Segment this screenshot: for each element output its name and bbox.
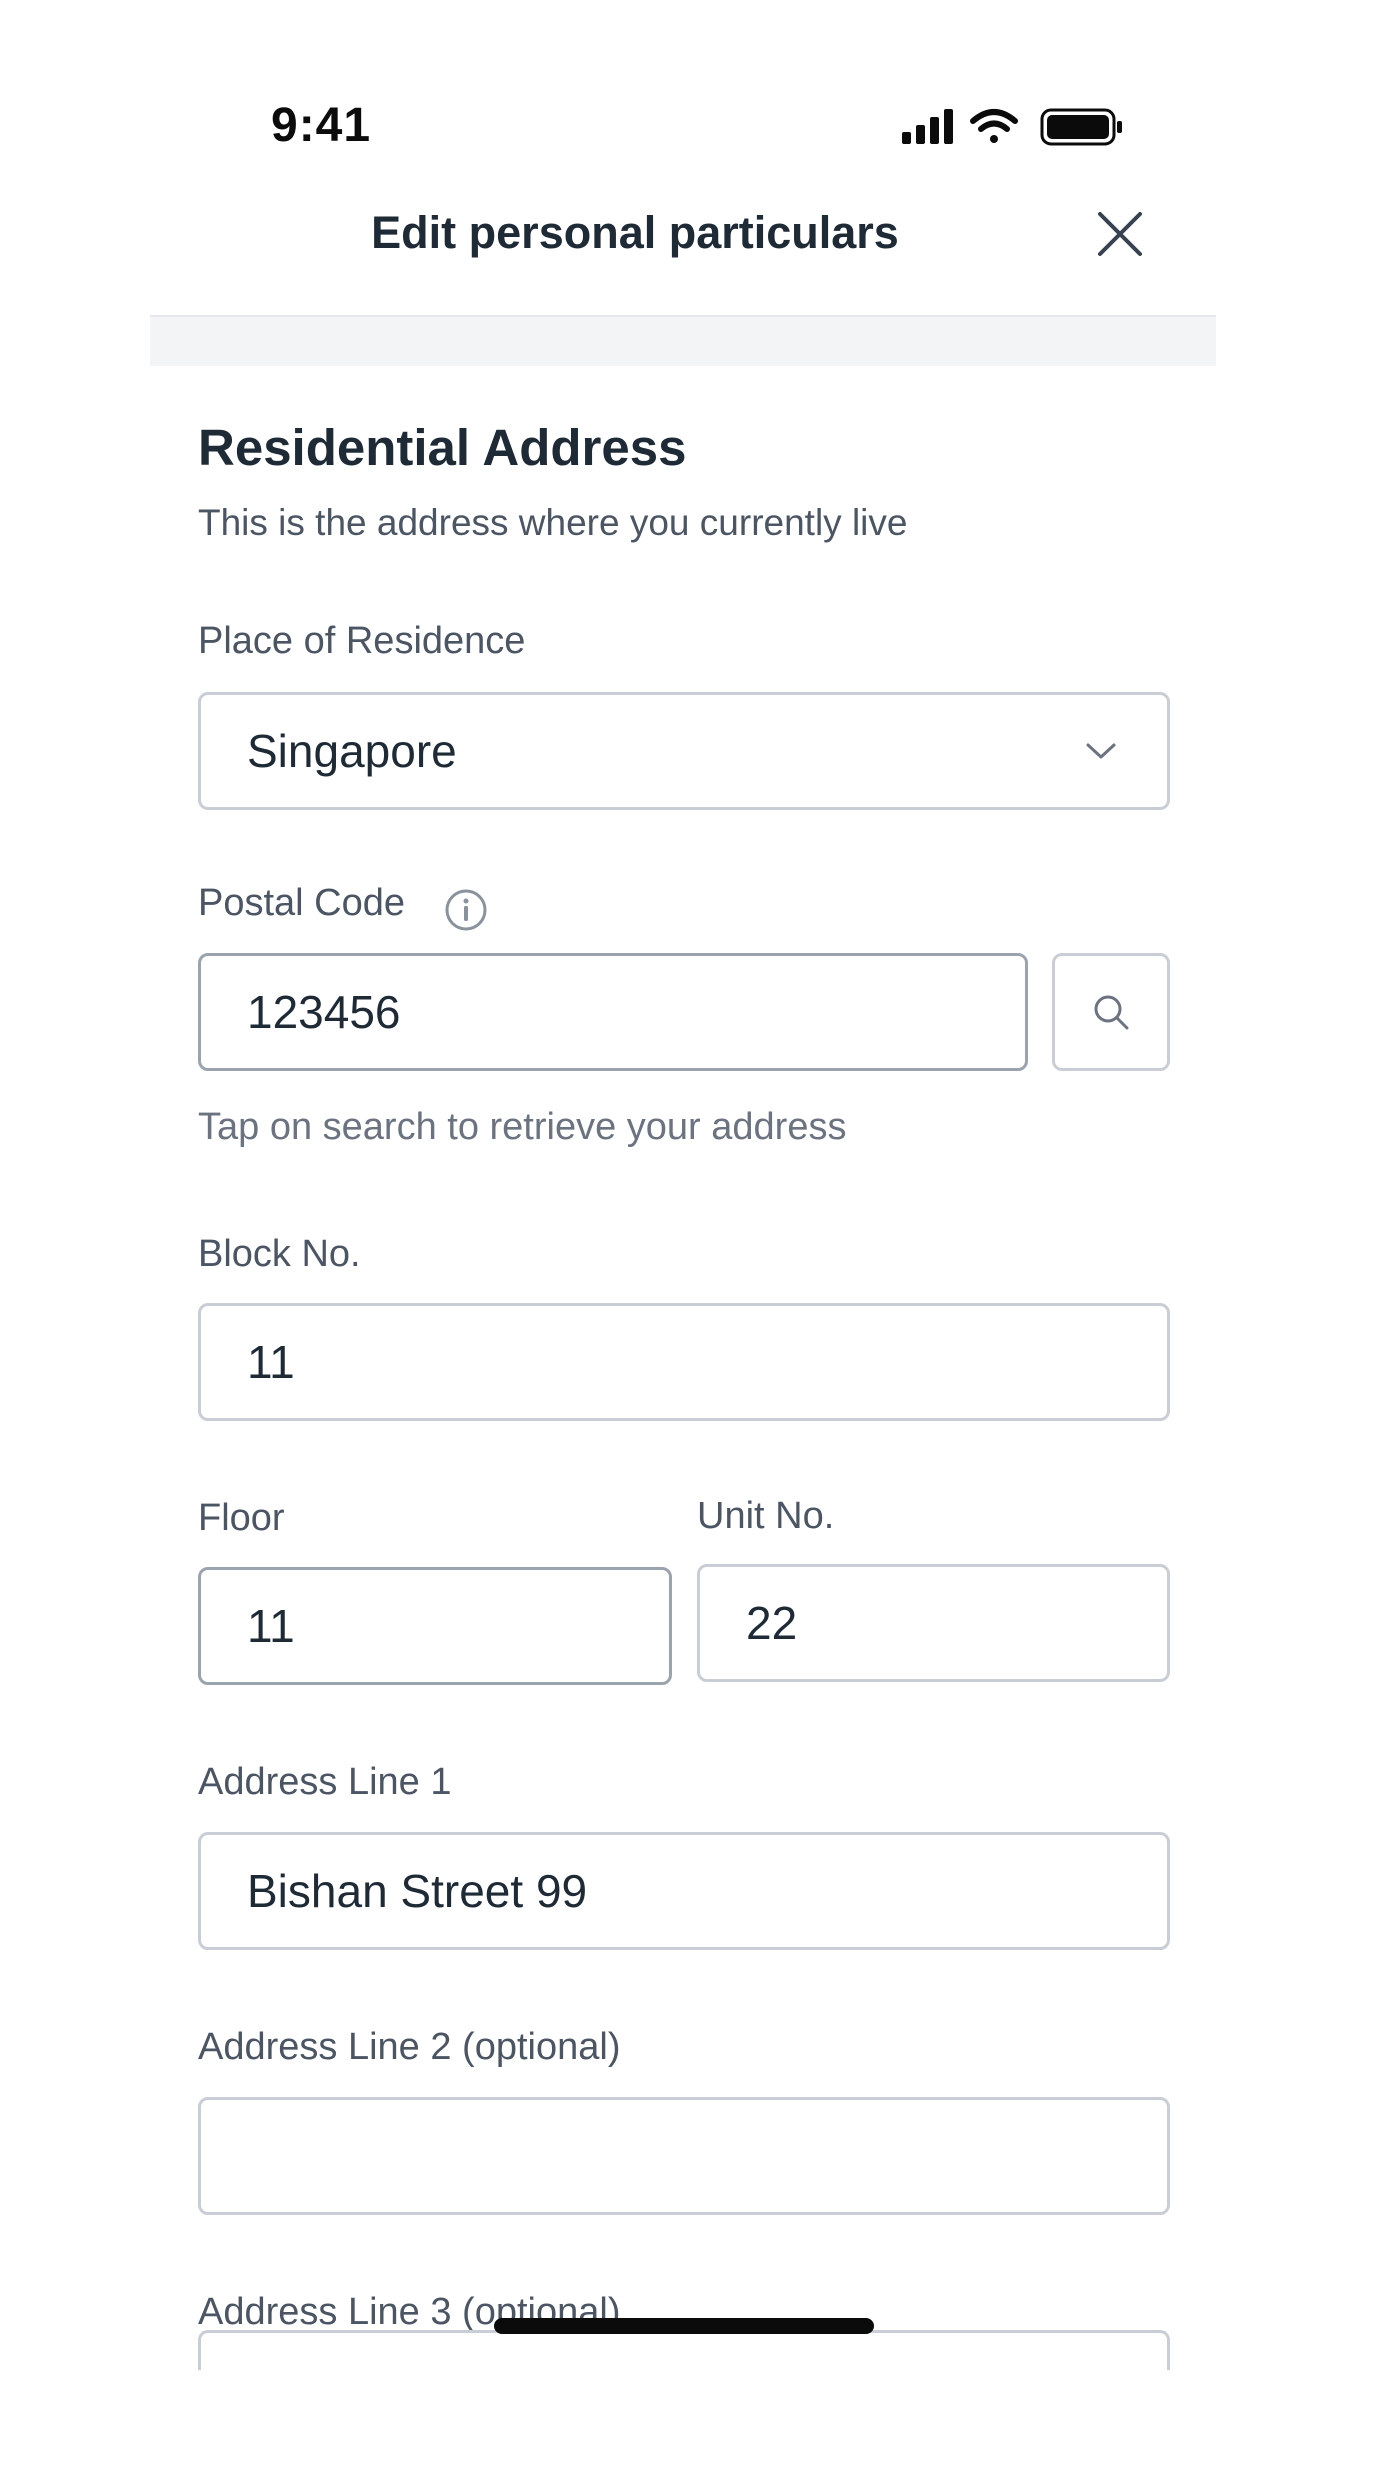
search-icon: [1094, 995, 1129, 1030]
home-indicator: [494, 2318, 874, 2334]
address1-value: Bishan Street 99: [247, 1865, 588, 1917]
floor-input[interactable]: 11: [198, 1567, 672, 1685]
unit-input[interactable]: 22: [697, 1564, 1170, 1682]
unit-label: Unit No.: [697, 1495, 835, 1537]
postal-hint: Tap on search to retrieve your address: [198, 1106, 847, 1148]
close-button[interactable]: [1092, 206, 1148, 262]
residence-value: Singapore: [247, 725, 457, 777]
chevron-down-icon: [1086, 743, 1116, 759]
unit-value: 22: [746, 1597, 798, 1649]
wifi-icon: [970, 109, 1018, 143]
residence-select[interactable]: Singapore: [198, 692, 1170, 810]
section-subtitle: This is the address where you currently …: [198, 502, 908, 543]
address1-input[interactable]: Bishan Street 99: [198, 1832, 1170, 1950]
signal-icon: [902, 109, 953, 144]
address2-input[interactable]: [198, 2097, 1170, 2215]
block-value: 11: [247, 1336, 295, 1388]
info-icon[interactable]: [443, 887, 489, 938]
battery-icon: [1040, 108, 1122, 146]
section-title: Residential Address: [198, 419, 687, 476]
floor-label: Floor: [198, 1497, 285, 1539]
block-input[interactable]: 11: [198, 1303, 1170, 1421]
floor-value: 11: [247, 1600, 295, 1652]
block-label: Block No.: [198, 1233, 361, 1275]
postal-code-value: 123456: [247, 986, 401, 1038]
close-icon: [1098, 212, 1142, 256]
postal-label: Postal Code: [198, 882, 406, 924]
address3-input[interactable]: [198, 2330, 1170, 2370]
postal-search-button[interactable]: [1052, 953, 1170, 1071]
page-title: Edit personal particulars: [371, 207, 899, 258]
address2-label: Address Line 2 (optional): [198, 2026, 621, 2068]
residence-label: Place of Residence: [198, 620, 526, 662]
status-time: 9:41: [271, 99, 372, 152]
section-divider: [150, 315, 1216, 366]
status-icons: [900, 106, 1126, 155]
postal-code-input[interactable]: 123456: [198, 953, 1028, 1071]
address1-label: Address Line 1: [198, 1761, 452, 1803]
